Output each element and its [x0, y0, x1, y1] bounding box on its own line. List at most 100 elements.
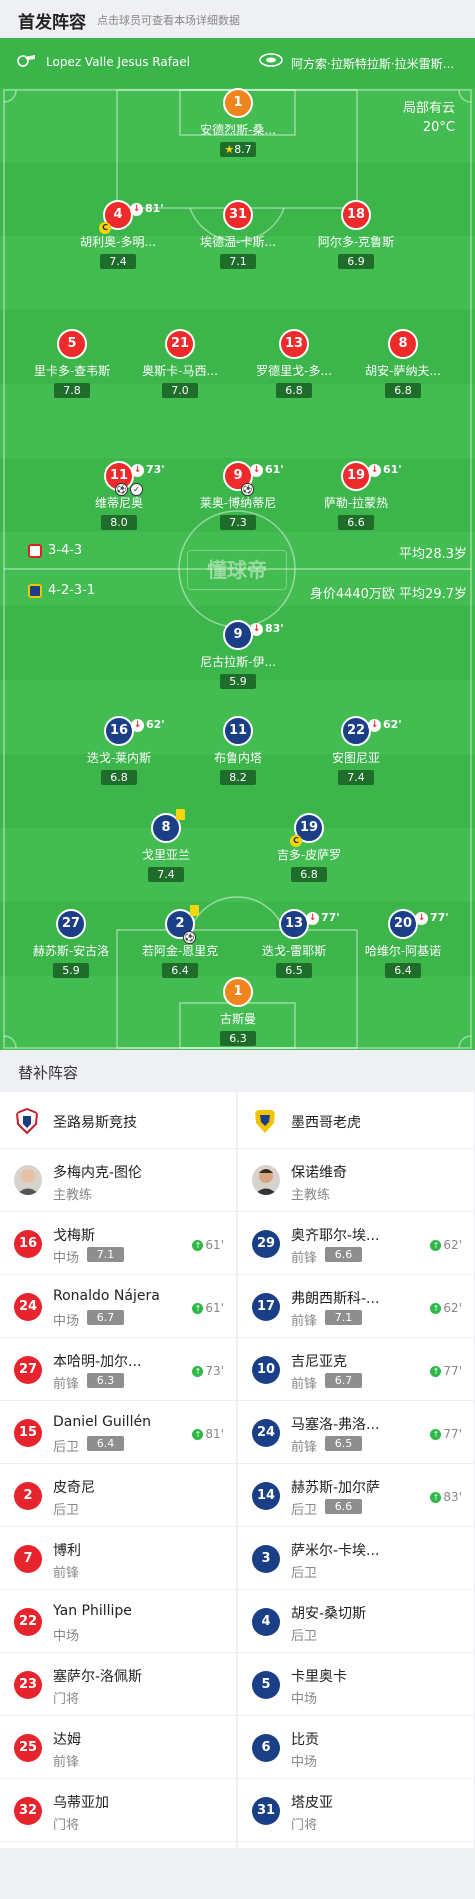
- player-number: 31: [223, 200, 253, 230]
- sub-out-time: ↓ 77': [306, 905, 340, 931]
- sub-in-icon: ↑: [192, 1303, 204, 1314]
- player-name: 胡安-桑切斯: [291, 1606, 367, 1622]
- player-number: 27: [14, 1356, 42, 1384]
- player-rating: 6.8: [291, 867, 327, 882]
- away-coach-name[interactable]: 阿方索·拉斯特拉斯·拉米雷斯...: [291, 55, 461, 72]
- player-name: 戈梅斯: [53, 1228, 95, 1244]
- away-player-11[interactable]: 11 布鲁内塔 8.2: [178, 716, 298, 785]
- coach-role: 主教练: [53, 1188, 93, 1203]
- sub-player-row[interactable]: 27 本哈明-加尔... 前锋 6.3 ↑ 73': [0, 1338, 236, 1401]
- sub-in-icon: ↑: [192, 1429, 204, 1440]
- home-player-8[interactable]: 8 胡安-萨纳夫... 6.8: [343, 329, 463, 398]
- sub-player-row[interactable]: 7 博利 前锋: [0, 1527, 236, 1590]
- sub-player-row[interactable]: 5 卡里奥卡 中场: [238, 1653, 474, 1716]
- player-name: 塔皮亚: [291, 1795, 333, 1811]
- away-player-1[interactable]: 1 古斯曼 6.3: [178, 977, 298, 1046]
- sub-player-row[interactable]: 15 Daniel Guillén 后卫 6.4 ↑ 81': [0, 1401, 236, 1464]
- player-rating: 7.4: [148, 867, 184, 882]
- away-formation: 4-2-3-1: [28, 583, 95, 598]
- player-number: 2 ⚽: [165, 905, 199, 944]
- sub-player-row[interactable]: 6 比贡 中场: [238, 1716, 474, 1779]
- sub-player-row[interactable]: 10 吉尼亚克 前锋 6.7 ↑ 77': [238, 1338, 474, 1401]
- home-player-4[interactable]: 4 C ↓ 81' 胡利奥-多明... 7.4: [58, 200, 178, 269]
- home-team-row[interactable]: 圣路易斯竞技: [0, 1092, 236, 1149]
- away-player-2[interactable]: 2 ⚽ 若阿金-恩里克 6.4: [120, 905, 240, 978]
- player-number: 24: [14, 1293, 42, 1321]
- away-player-27[interactable]: 27 赫苏斯-安古洛 5.9: [11, 909, 131, 978]
- sub-player-row[interactable]: 25 达姆 前锋: [0, 1716, 236, 1779]
- sub-out-time: ↓ 61': [250, 457, 284, 483]
- home-player-11[interactable]: 11 ↓ 73' ⚽ ✓ 维蒂尼奥 8.0: [59, 461, 179, 530]
- player-position: 前锋: [291, 1314, 318, 1329]
- home-player-1[interactable]: 1 安德烈斯-桑... ★8.7: [178, 88, 298, 157]
- away-player-9[interactable]: 9 ↓ 83' 尼古拉斯-伊... 5.9: [178, 620, 298, 689]
- sub-player-row[interactable]: 24 马塞洛-弗洛... 前锋 6.5 ↑ 77': [238, 1401, 474, 1464]
- home-player-21[interactable]: 21 奥斯卡-马西... 7.0: [120, 329, 240, 398]
- player-name: 阿尔多-克鲁斯: [317, 235, 395, 249]
- away-player-19[interactable]: 19 C 吉多-皮萨罗 6.8: [249, 813, 369, 882]
- away-player-8[interactable]: 8 戈里亚兰 7.4: [106, 809, 226, 882]
- pitch: 局部有云 20°C 懂球帝 3-4-3 平均28.3岁 4-2-3-1 身价44…: [0, 88, 475, 1050]
- away-coach-row[interactable]: 保诺维奇 主教练: [238, 1149, 474, 1212]
- away-player-16[interactable]: 16 ↓ 62' 迭戈-莱内斯 6.8: [59, 716, 179, 785]
- player-name: 塞萨尔-洛佩斯: [53, 1669, 143, 1685]
- player-name: 迭戈-莱内斯: [86, 751, 152, 765]
- player-name: 卡里奥卡: [291, 1669, 347, 1685]
- sub-player-row[interactable]: 16 戈梅斯 中场 7.1 ↑ 61': [0, 1212, 236, 1275]
- player-rating: 5.9: [53, 963, 89, 978]
- player-number: 4 C ↓ 81': [99, 200, 164, 234]
- player-number: 11: [223, 716, 253, 746]
- sub-player-row[interactable]: 31 塔皮亚 门将: [238, 1779, 474, 1842]
- home-player-9[interactable]: 9 ↓ 61' ⚽ 莱奥-博纳蒂尼 7.3: [178, 461, 298, 530]
- player-rating: 7.4: [338, 770, 374, 785]
- player-name: 安图尼亚: [331, 751, 380, 765]
- player-position: 门将: [53, 1818, 80, 1833]
- player-name: 奥齐耶尔-埃...: [291, 1228, 380, 1244]
- home-coach-row[interactable]: 多梅内克-图伦 主教练: [0, 1149, 236, 1212]
- home-coach-name[interactable]: Lopez Valle Jesus Rafael: [46, 55, 190, 69]
- coach-name: 保诺维奇: [291, 1165, 347, 1181]
- player-number: 20 ↓ 77': [388, 909, 449, 939]
- own-goal-icon: ⚽: [183, 931, 196, 944]
- sub-player-row[interactable]: 4 胡安-桑切斯 后卫: [238, 1590, 474, 1653]
- sub-player-row[interactable]: 22 Yan Phillipe 中场: [0, 1590, 236, 1653]
- sub-out-icon: ↓: [250, 622, 263, 636]
- sub-in-icon: ↑: [192, 1366, 204, 1377]
- player-position: 门将: [291, 1818, 318, 1833]
- player-rating: 7.8: [54, 383, 90, 398]
- sub-in-time: ↑ 77': [430, 1364, 462, 1378]
- whistle-icon: [17, 55, 35, 67]
- player-number: 13: [279, 329, 309, 359]
- away-player-22[interactable]: 22 ↓ 62' 安图尼亚 7.4: [296, 716, 416, 785]
- sub-player-row[interactable]: 14 赫苏斯-加尔萨 后卫 6.6 ↑ 83': [238, 1464, 474, 1527]
- player-rating: 6.6: [325, 1247, 362, 1262]
- player-position: 前锋: [291, 1377, 318, 1392]
- home-player-18[interactable]: 18 阿尔多-克鲁斯 6.9: [296, 200, 416, 269]
- sub-player-row[interactable]: 3 萨米尔-卡埃... 后卫: [238, 1527, 474, 1590]
- home-player-19[interactable]: 19 ↓ 61' 萨勒-拉蒙热 6.6: [296, 461, 416, 530]
- yellow-card-icon: [190, 905, 199, 916]
- sub-player-row[interactable]: 2 皮奇尼 后卫: [0, 1464, 236, 1527]
- sub-player-row[interactable]: 24 Ronaldo Nájera 中场 6.7 ↑ 61': [0, 1275, 236, 1338]
- player-rating: 5.9: [220, 674, 256, 689]
- sub-player-row[interactable]: 23 塞萨尔-洛佩斯 门将: [0, 1653, 236, 1716]
- sub-out-icon: ↓: [368, 463, 381, 477]
- sub-out-time: ↓ 61': [368, 457, 402, 483]
- away-team-row[interactable]: 墨西哥老虎: [238, 1092, 474, 1149]
- sub-player-row[interactable]: 17 弗朗西斯科-... 前锋 7.1 ↑ 62': [238, 1275, 474, 1338]
- home-player-31[interactable]: 31 埃德温-卡斯... 7.1: [178, 200, 298, 269]
- home-player-13[interactable]: 13 罗德里戈-多... 6.8: [234, 329, 354, 398]
- player-rating: 6.7: [87, 1310, 124, 1325]
- subs-title: 替补阵容: [18, 1064, 79, 1082]
- player-name: 吉多-皮萨罗: [276, 848, 342, 862]
- player-number: 23: [14, 1671, 42, 1699]
- player-number: 25: [14, 1734, 42, 1762]
- sub-player-row[interactable]: 32 乌蒂亚加 门将: [0, 1779, 236, 1842]
- away-player-20[interactable]: 20 ↓ 77' 哈维尔-阿基诺 6.4: [343, 909, 463, 978]
- home-player-5[interactable]: 5 里卡多-查韦斯 7.8: [12, 329, 132, 398]
- player-name: 博利: [53, 1543, 81, 1559]
- away-player-13[interactable]: 13 ↓ 77' 迭戈-雷耶斯 6.5: [234, 909, 354, 978]
- sub-player-row[interactable]: 29 奥齐耶尔-埃... 前锋 6.6 ↑ 62': [238, 1212, 474, 1275]
- player-name: 弗朗西斯科-...: [291, 1291, 380, 1307]
- player-name: 胡利奥-多明...: [80, 235, 156, 249]
